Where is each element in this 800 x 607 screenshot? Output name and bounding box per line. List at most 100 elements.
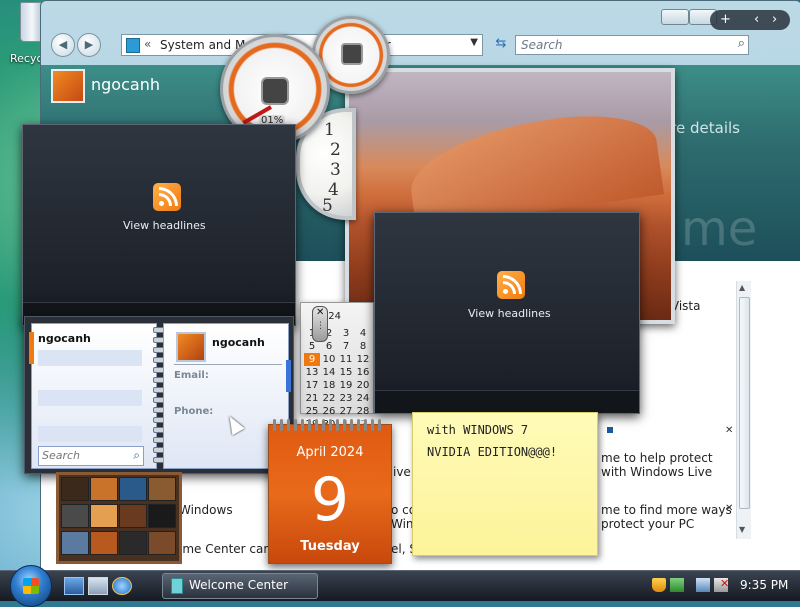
calendar-date-cell[interactable]: 22 (321, 392, 337, 405)
contact-list-row[interactable] (38, 426, 142, 442)
calendar-date-cell[interactable]: 20 (355, 379, 371, 392)
puzzle-tile[interactable] (119, 477, 147, 501)
calendar-date-cell[interactable]: 10 (321, 353, 337, 366)
puzzle-tile[interactable] (61, 531, 89, 555)
windows-logo-icon (23, 578, 39, 594)
contact-list-row[interactable] (38, 390, 142, 406)
calendar-date-cell[interactable]: 11 (338, 353, 354, 366)
minimize-button[interactable] (661, 9, 689, 25)
expand-icon-2[interactable]: ✕ (725, 503, 733, 514)
calendar-date-cell[interactable]: 16 (355, 366, 371, 379)
divider (174, 364, 282, 365)
puzzle-tile[interactable] (148, 531, 176, 555)
view-headlines-link[interactable]: View headlines (468, 307, 551, 320)
calendar-date-cell[interactable]: 6 (321, 340, 337, 353)
scroll-up-icon[interactable]: ▲ (739, 283, 745, 292)
calendar-date-cell[interactable]: 28 (355, 405, 371, 418)
task-live-partial[interactable]: ive (393, 465, 411, 479)
task-windows[interactable]: Windows (179, 503, 233, 517)
taskbar-item-welcome-center[interactable]: Welcome Center (162, 573, 318, 599)
calendar-date-cell[interactable]: 27 (338, 405, 354, 418)
calendar-date-cell[interactable]: 26 (321, 405, 337, 418)
puzzle-tile[interactable] (90, 504, 118, 528)
grip-icon[interactable]: ⋮ (316, 321, 325, 331)
taskbar-item-label: Welcome Center (189, 578, 289, 592)
rss-icon (497, 271, 525, 299)
contact-detail-tab[interactable] (286, 360, 291, 392)
start-button[interactable] (10, 565, 52, 607)
taskbar-clock[interactable]: 9:35 PM (740, 578, 788, 592)
puzzle-tile[interactable] (119, 504, 147, 528)
contact-list-row[interactable] (38, 350, 142, 366)
note-line: with WINDOWS 7 (427, 423, 529, 437)
vertical-scrollbar[interactable]: ▲ ▼ (736, 281, 751, 539)
view-headlines-link[interactable]: View headlines (123, 219, 206, 232)
calendar-date-cell[interactable]: 13 (304, 366, 320, 379)
picture-puzzle-gadget[interactable] (56, 472, 182, 564)
calendar-date-cell[interactable]: 21 (304, 392, 320, 405)
calendar-date-cell[interactable]: 19 (338, 379, 354, 392)
switch-windows-icon[interactable] (88, 577, 108, 595)
calendar-date-cell[interactable]: 18 (321, 379, 337, 392)
calendar-date-cell[interactable]: 3 (338, 327, 354, 340)
note-line: NVIDIA EDITION@@@! (427, 445, 558, 459)
calendar-date-cell[interactable]: 8 (355, 340, 371, 353)
puzzle-tile[interactable] (148, 477, 176, 501)
next-page-button[interactable]: › (772, 12, 777, 27)
search-icon[interactable]: ⌕ (738, 36, 745, 51)
show-desktop-icon[interactable] (64, 577, 84, 595)
puzzle-tile[interactable] (148, 504, 176, 528)
scroll-down-icon[interactable]: ▼ (739, 525, 745, 534)
puzzle-tile[interactable] (90, 477, 118, 501)
contacts-search-input[interactable]: Search ⌕ (38, 446, 144, 466)
clock-numeral: 5 (322, 196, 333, 216)
calendar-date-cell[interactable]: 9 (304, 353, 320, 366)
contact-list-item[interactable]: ngocanh (38, 332, 91, 345)
internet-explorer-icon[interactable] (112, 577, 132, 595)
feed-headlines-gadget[interactable]: View headlines (22, 124, 296, 326)
calendar-date-cell[interactable]: 17 (304, 379, 320, 392)
sticky-note-gadget[interactable]: with WINDOWS 7 NVIDIA EDITION@@@! (412, 412, 598, 556)
puzzle-tile[interactable] (90, 531, 118, 555)
back-button[interactable]: ◀ (51, 33, 75, 57)
calendar-date-cell[interactable]: 25 (304, 405, 320, 418)
refresh-icon[interactable]: ⇆ (491, 34, 511, 54)
search-input[interactable]: Search ⌕ (515, 35, 749, 55)
security-shield-icon[interactable] (652, 578, 666, 592)
windows-update-icon[interactable] (670, 578, 684, 592)
calendar-spiral (273, 419, 387, 431)
system-tray: ✕ 9:35 PM (650, 575, 800, 599)
calendar-date-cell[interactable]: 4 (355, 327, 371, 340)
network-icon[interactable] (696, 578, 710, 592)
task-protect-pc[interactable]: protect your PC (601, 517, 694, 531)
task-help-protect[interactable]: me to help protect (601, 451, 713, 465)
task-more-ways[interactable]: me to find more ways (601, 503, 732, 517)
volume-muted-icon[interactable]: ✕ (714, 577, 729, 592)
contact-name: ngocanh (212, 336, 265, 349)
feed-headlines-gadget-2[interactable]: View headlines (374, 212, 640, 414)
close-icon[interactable]: ✕ (316, 307, 324, 318)
add-gadget-button[interactable]: + (720, 12, 731, 27)
contact-avatar (176, 332, 206, 362)
puzzle-tile[interactable] (61, 477, 89, 501)
calendar-date-cell[interactable]: 12 (355, 353, 371, 366)
calendar-date-cell[interactable]: 15 (338, 366, 354, 379)
forward-button[interactable]: ▶ (77, 33, 101, 57)
calendar-date-cell[interactable]: 23 (338, 392, 354, 405)
expand-icon[interactable]: ✕ (725, 425, 733, 436)
address-dropdown-icon[interactable]: ▼ (470, 37, 478, 48)
search-icon[interactable]: ⌕ (133, 448, 140, 463)
puzzle-tile[interactable] (119, 531, 147, 555)
calendar-day-gadget[interactable]: April 2024 9 Tuesday (268, 419, 392, 564)
puzzle-tile[interactable] (61, 504, 89, 528)
calendar-date-cell[interactable]: 24 (355, 392, 371, 405)
calendar-date-cell[interactable]: 7 (338, 340, 354, 353)
contacts-tab[interactable] (29, 332, 34, 364)
task-windows-live[interactable]: with Windows Live (601, 465, 712, 479)
previous-page-button[interactable]: ‹ (754, 12, 759, 27)
gadget-toolbar: ✕ ⋮ (312, 306, 328, 342)
calendar-weekday: Tuesday (300, 539, 360, 554)
scrollbar-thumb[interactable] (739, 297, 750, 509)
calendar-date-cell[interactable]: 14 (321, 366, 337, 379)
sidebar-controls: + ‹ › (710, 10, 790, 30)
